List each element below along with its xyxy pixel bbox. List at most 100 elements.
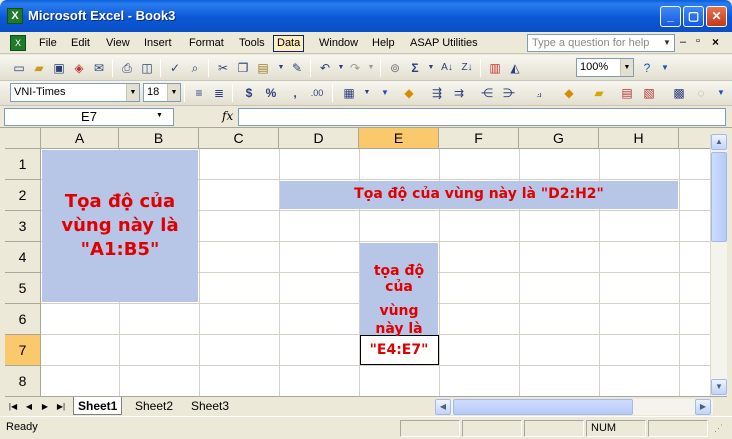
scroll-down-icon[interactable]: ▼ [711,379,727,395]
sheet-tab-sheet3[interactable]: Sheet3 [187,397,233,415]
menu-edit[interactable]: Edit [67,35,94,52]
redo-dropdown-icon[interactable]: ▼ [362,59,380,77]
column-header-g[interactable]: G [519,128,599,149]
borders-dropdown-icon[interactable]: ▼ [358,84,376,102]
maximize-button[interactable]: ▢ [683,6,704,27]
formula-input[interactable] [238,108,726,126]
column-header-b[interactable]: B [119,128,199,149]
scroll-left-icon[interactable]: ◀ [435,399,451,415]
menu-format[interactable]: Format [185,35,228,52]
toolbar-options-icon[interactable]: ▼ [712,84,730,102]
research-icon[interactable]: ⌕ [186,59,204,77]
minimize-button[interactable]: _ [660,6,681,27]
column-header-a[interactable]: A [41,128,119,149]
excel-app-icon[interactable]: X [7,8,23,24]
row-header-2[interactable]: 2 [5,180,41,211]
menu-asap-utilities[interactable]: ASAP Utilities [406,35,482,52]
asap-utilities-icon[interactable]: ◆ [400,84,418,102]
print-preview-icon[interactable]: ◫ [138,59,156,77]
sheets-icon[interactable]: ▤ [618,84,636,102]
help-dropdown-arrow-icon[interactable]: ▼ [660,35,674,51]
import-icon[interactable]: ▧ [640,84,658,102]
paste-icon[interactable]: ▤ [254,59,272,77]
row-header-1[interactable]: 1 [5,149,41,180]
borders-icon[interactable]: ▦ [340,84,358,102]
font-name-dropdown-icon[interactable]: ▼ [126,84,139,101]
menu-insert[interactable]: Insert [140,35,176,52]
align-right-icon[interactable]: ≣ [210,84,228,102]
print-icon[interactable]: ⎙ [118,59,136,77]
align-center-icon[interactable]: ≡ [190,84,208,102]
toolbar-options-icon[interactable]: ▼ [376,84,394,102]
next-sheet-icon[interactable]: ▶ [39,400,51,414]
column-header-f[interactable]: F [439,128,519,149]
copy-icon[interactable]: ❐ [234,59,252,77]
workbook-restore-button[interactable]: ▫ [696,35,700,47]
row-header-8[interactable]: 8 [5,366,41,396]
menu-view[interactable]: View [102,35,134,52]
cut-icon[interactable]: ✂ [214,59,232,77]
horizontal-scrollbar[interactable]: ◀ ▶ [435,399,713,415]
save-icon[interactable]: ▣ [50,59,68,77]
name-box[interactable]: E7 [4,108,174,126]
vertical-scroll-thumb[interactable] [711,152,727,242]
row-header-3[interactable]: 3 [5,211,41,242]
menu-help[interactable]: Help [368,35,399,52]
resize-grip-icon[interactable]: ⋰ [714,423,728,437]
open-folder-icon[interactable]: ▰ [30,59,48,77]
scroll-up-icon[interactable]: ▲ [711,134,727,150]
currency-icon[interactable]: $ [240,84,258,102]
close-button[interactable]: ✕ [706,6,727,27]
row-header-5[interactable]: 5 [5,273,41,304]
zoom-dropdown-icon[interactable]: ▼ [620,59,633,76]
previous-sheet-icon[interactable]: ◀ [23,400,35,414]
sheet-tab-sheet1[interactable]: Sheet1 [73,397,123,415]
menu-file[interactable]: File [35,35,61,52]
font-size-dropdown-icon[interactable]: ▼ [167,84,180,101]
chart-wizard-icon[interactable]: ▥ [486,59,504,77]
select-icon[interactable]: ⇶ [428,84,446,102]
row-header-7[interactable]: 7 [5,335,41,366]
fill-icon[interactable]: ◆ [560,84,578,102]
column-header-h[interactable]: H [599,128,679,149]
first-sheet-icon[interactable]: |◀ [7,400,19,414]
hyperlink-icon[interactable]: ⊚ [386,59,404,77]
range-icon[interactable]: ⟓ [530,84,548,102]
workbook-minimize-button[interactable]: – [680,36,686,48]
workbook-icon[interactable]: X [10,35,26,51]
email-icon[interactable]: ✉ [90,59,108,77]
export-icon[interactable]: ▩ [670,84,688,102]
row-header-4[interactable]: 4 [5,242,41,273]
menu-data[interactable]: Data [273,35,305,52]
system-icon[interactable]: ◌ [692,84,710,102]
help-icon[interactable]: ? [638,59,656,77]
spelling-icon[interactable]: ✓ [166,59,184,77]
menu-window[interactable]: Window [315,35,362,52]
percent-icon[interactable]: % [262,84,280,102]
format-painter-icon[interactable]: ✎ [288,59,306,77]
increase-decimal-icon[interactable]: .00 [308,84,326,102]
horizontal-scroll-thumb[interactable] [453,399,633,415]
permission-icon[interactable]: ◈ [70,59,88,77]
menu-tools[interactable]: Tools [235,35,269,52]
scroll-right-icon[interactable]: ▶ [695,399,711,415]
columns-rows-icon[interactable]: ⇉ [450,84,468,102]
select-all-corner[interactable] [5,128,41,149]
folder-icon[interactable]: ▰ [590,84,608,102]
column-header-i[interactable] [679,128,710,149]
toolbar-options-icon[interactable]: ▼ [656,59,674,77]
column-header-e[interactable]: E [359,128,439,149]
workbook-close-button[interactable]: × [712,35,719,49]
insert-function-icon[interactable]: fx [222,109,233,123]
worksheet-grid[interactable]: A B C D E F G H 1 2 3 4 5 6 7 8 Tọa độ c… [5,128,710,396]
row-header-6[interactable]: 6 [5,304,41,335]
objects-icon[interactable]: ⋲ [478,84,496,102]
column-header-c[interactable]: C [199,128,279,149]
drawing-icon[interactable]: ◭ [506,59,524,77]
vertical-scrollbar[interactable]: ▲ ▼ [710,134,727,396]
last-sheet-icon[interactable]: ▶| [55,400,67,414]
sheet-tab-sheet2[interactable]: Sheet2 [131,397,177,415]
sort-ascending-icon[interactable]: A↓ [438,59,456,77]
sort-descending-icon[interactable]: Z↓ [458,59,476,77]
name-box-dropdown-icon[interactable]: ▼ [156,112,163,119]
